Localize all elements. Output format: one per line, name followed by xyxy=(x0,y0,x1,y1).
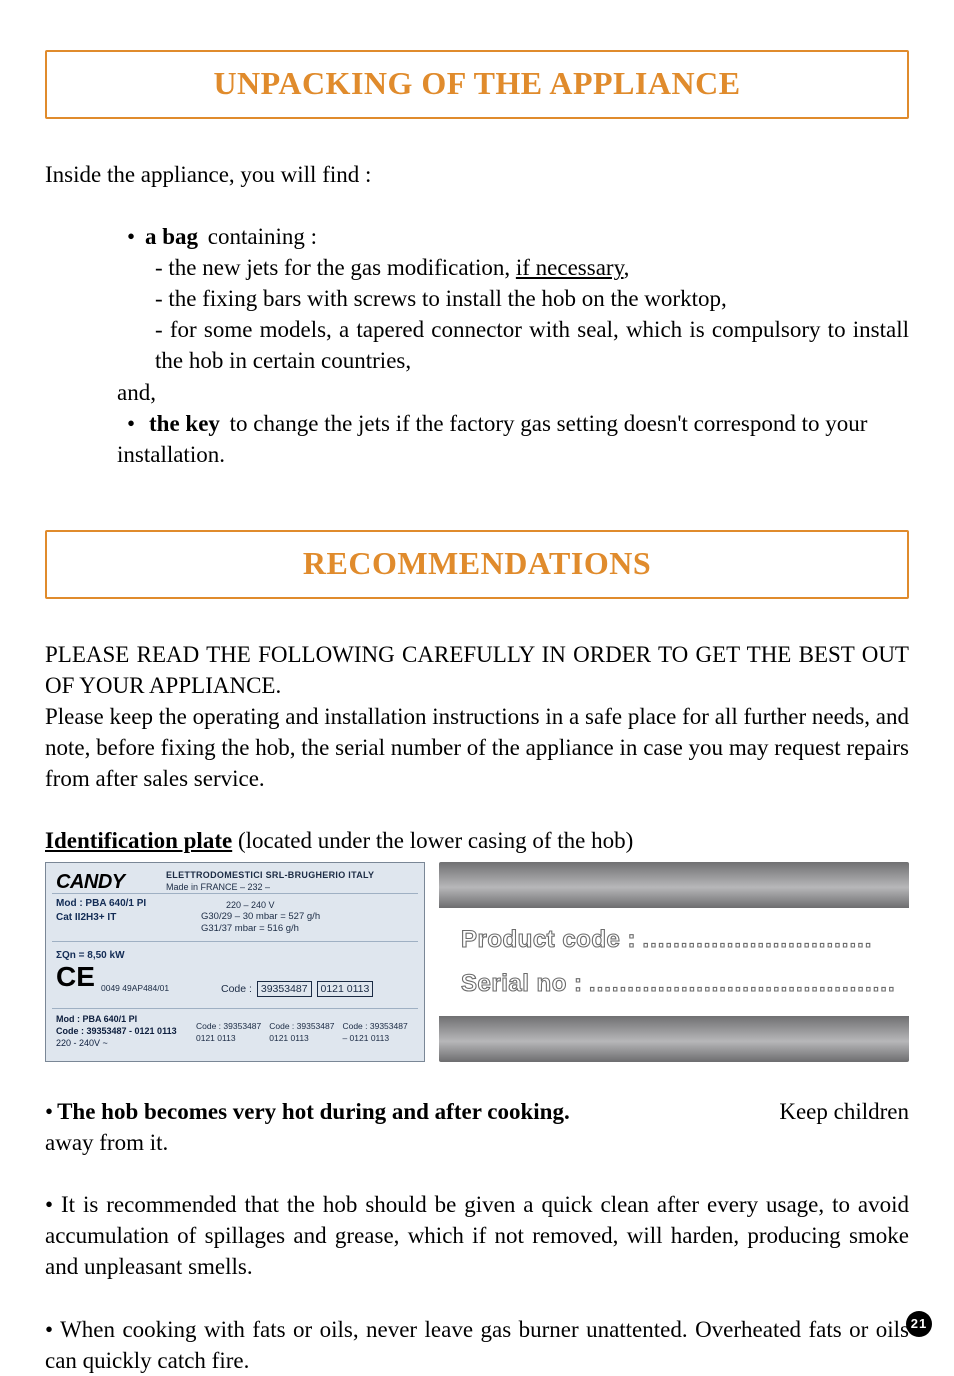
section-title-unpacking: UNPACKING OF THE APPLIANCE xyxy=(213,65,740,101)
bag-item-1b: , xyxy=(624,255,630,280)
plate-row: CANDY ELETTRODOMESTICI SRL-BRUGHERIO ITA… xyxy=(45,862,909,1062)
serial-no-line: Serial no : ............................… xyxy=(461,968,909,1000)
plate-code-box: Code : 39353487 0121 0113 xyxy=(221,981,373,997)
infobox-middle: Product code : .........................… xyxy=(439,908,909,1016)
product-code-label: Product code : xyxy=(461,926,636,953)
key-bullet-text: the key to change the jets if the factor… xyxy=(145,408,909,439)
plate-divider xyxy=(52,893,418,894)
plate-category: Cat II2H3+ IT xyxy=(56,911,116,925)
plate-trio-c: Code : 39353487– 0121 0113 xyxy=(342,1021,407,1044)
bottom-bullets: • The hob becomes very hot during and af… xyxy=(45,1096,909,1375)
bag-block: • a bag containing : - the new jets for … xyxy=(45,221,909,376)
bullet-icon: • xyxy=(117,221,145,252)
bag-item-1-underline: if necessary xyxy=(516,255,624,280)
recommendation-clean: • It is recommended that the hob should … xyxy=(45,1189,909,1282)
bullet-icon: • xyxy=(117,408,145,439)
plate-voltage: 220 – 240 V xyxy=(226,899,275,911)
plate-model: Mod : PBA 640/1 PI xyxy=(56,897,146,911)
infobox-top-band xyxy=(439,862,909,908)
lead-1: PLEASE READ THE FOLLOWING CAREFULLY IN O… xyxy=(45,639,909,701)
serial-no-dots: ........................................ xyxy=(589,970,896,997)
key-text-2: installation. xyxy=(45,439,909,470)
warning-right: Keep children xyxy=(779,1096,909,1127)
warning-left: • The hob becomes very hot during and af… xyxy=(45,1096,570,1127)
plate-made-in: Made in FRANCE – 232 – xyxy=(166,881,270,893)
infobox-bottom-band xyxy=(439,1016,909,1062)
plate-code-batch: 0121 0113 xyxy=(317,981,374,997)
product-code-dots: .............................. xyxy=(642,926,872,953)
section-title-box-unpacking: UNPACKING OF THE APPLIANCE xyxy=(45,50,909,119)
unpacking-body: Inside the appliance, you will find : • … xyxy=(45,159,909,469)
key-row: • the key to change the jets if the fact… xyxy=(45,408,909,439)
plate-ce-number: 0049 49AP484/01 xyxy=(101,983,169,994)
plate-brand: CANDY xyxy=(56,869,125,896)
section-title-recommendations: RECOMMENDATIONS xyxy=(303,545,651,581)
plate-trio-a: Code : 393534870121 0113 xyxy=(196,1021,261,1044)
plate-gas-g31: G31/37 mbar = 516 g/h xyxy=(201,923,299,936)
plate-code-trio: Code : 393534870121 0113 Code : 39353487… xyxy=(196,1021,418,1044)
plate-codeline-2: Code : 39353487 - 0121 0113 xyxy=(56,1025,177,1037)
recommendation-fats: • When cooking with fats or oils, never … xyxy=(45,1314,909,1376)
bullet-icon: • xyxy=(45,1096,53,1127)
plate-divider xyxy=(52,1008,418,1009)
intro-line: Inside the appliance, you will find : xyxy=(45,159,909,190)
lead-2: Please keep the operating and installati… xyxy=(45,701,909,794)
bag-item-1: - the new jets for the gas modification,… xyxy=(155,252,909,283)
bag-item-3: - for some models, a tapered connector w… xyxy=(155,314,909,376)
plate-note: (located under the lower casing of the h… xyxy=(232,828,633,853)
plate-trio-b: Code : 393534870121 0113 xyxy=(269,1021,334,1044)
plate-code-label: Code : xyxy=(221,983,252,995)
identification-plate-label: Identification plate xyxy=(45,828,232,853)
recommendations-body: PLEASE READ THE FOLLOWING CAREFULLY IN O… xyxy=(45,639,909,1062)
plate-heading-row: Identification plate (located under the … xyxy=(45,825,909,856)
bag-label: a bag xyxy=(145,224,198,249)
warning-line-2: away from it. xyxy=(45,1127,909,1158)
rating-plate-image: CANDY ELETTRODOMESTICI SRL-BRUGHERIO ITA… xyxy=(45,862,425,1062)
product-serial-box: Product code : .........................… xyxy=(439,862,909,1062)
ce-mark-icon: CE xyxy=(56,963,95,991)
warning-hot-label: The hob becomes very hot during and afte… xyxy=(57,1096,570,1127)
and-line: and, xyxy=(45,377,909,408)
manual-page: UNPACKING OF THE APPLIANCE Inside the ap… xyxy=(0,0,954,1351)
section-title-box-recommendations: RECOMMENDATIONS xyxy=(45,530,909,599)
page-number-badge: 21 xyxy=(906,1311,932,1337)
key-text: to change the jets if the factory gas se… xyxy=(224,411,868,436)
plate-voltage-2: 220 - 240V ~ xyxy=(56,1037,108,1049)
bag-items: - the new jets for the gas modification,… xyxy=(117,252,909,376)
bag-bullet-row: • a bag containing : xyxy=(117,221,909,252)
bag-item-1a: - the new jets for the gas modification, xyxy=(155,255,516,280)
bag-containing: containing : xyxy=(202,224,317,249)
plate-model-2: Mod : PBA 640/1 PI xyxy=(56,1013,137,1025)
plate-manufacturer: ELETTRODOMESTICI SRL-BRUGHERIO ITALY xyxy=(166,869,418,881)
key-label: the key xyxy=(149,411,220,436)
warning-row-1: • The hob becomes very hot during and af… xyxy=(45,1096,909,1127)
plate-gas-g30: G30/29 – 30 mbar = 527 g/h xyxy=(201,911,320,924)
plate-divider xyxy=(52,941,418,942)
serial-no-label: Serial no : xyxy=(461,970,583,997)
bag-item-2: - the fixing bars with screws to install… xyxy=(155,283,909,314)
product-code-line: Product code : .........................… xyxy=(461,924,909,956)
bag-bullet-text: a bag containing : xyxy=(145,221,909,252)
plate-code-value: 39353487 xyxy=(257,981,312,997)
